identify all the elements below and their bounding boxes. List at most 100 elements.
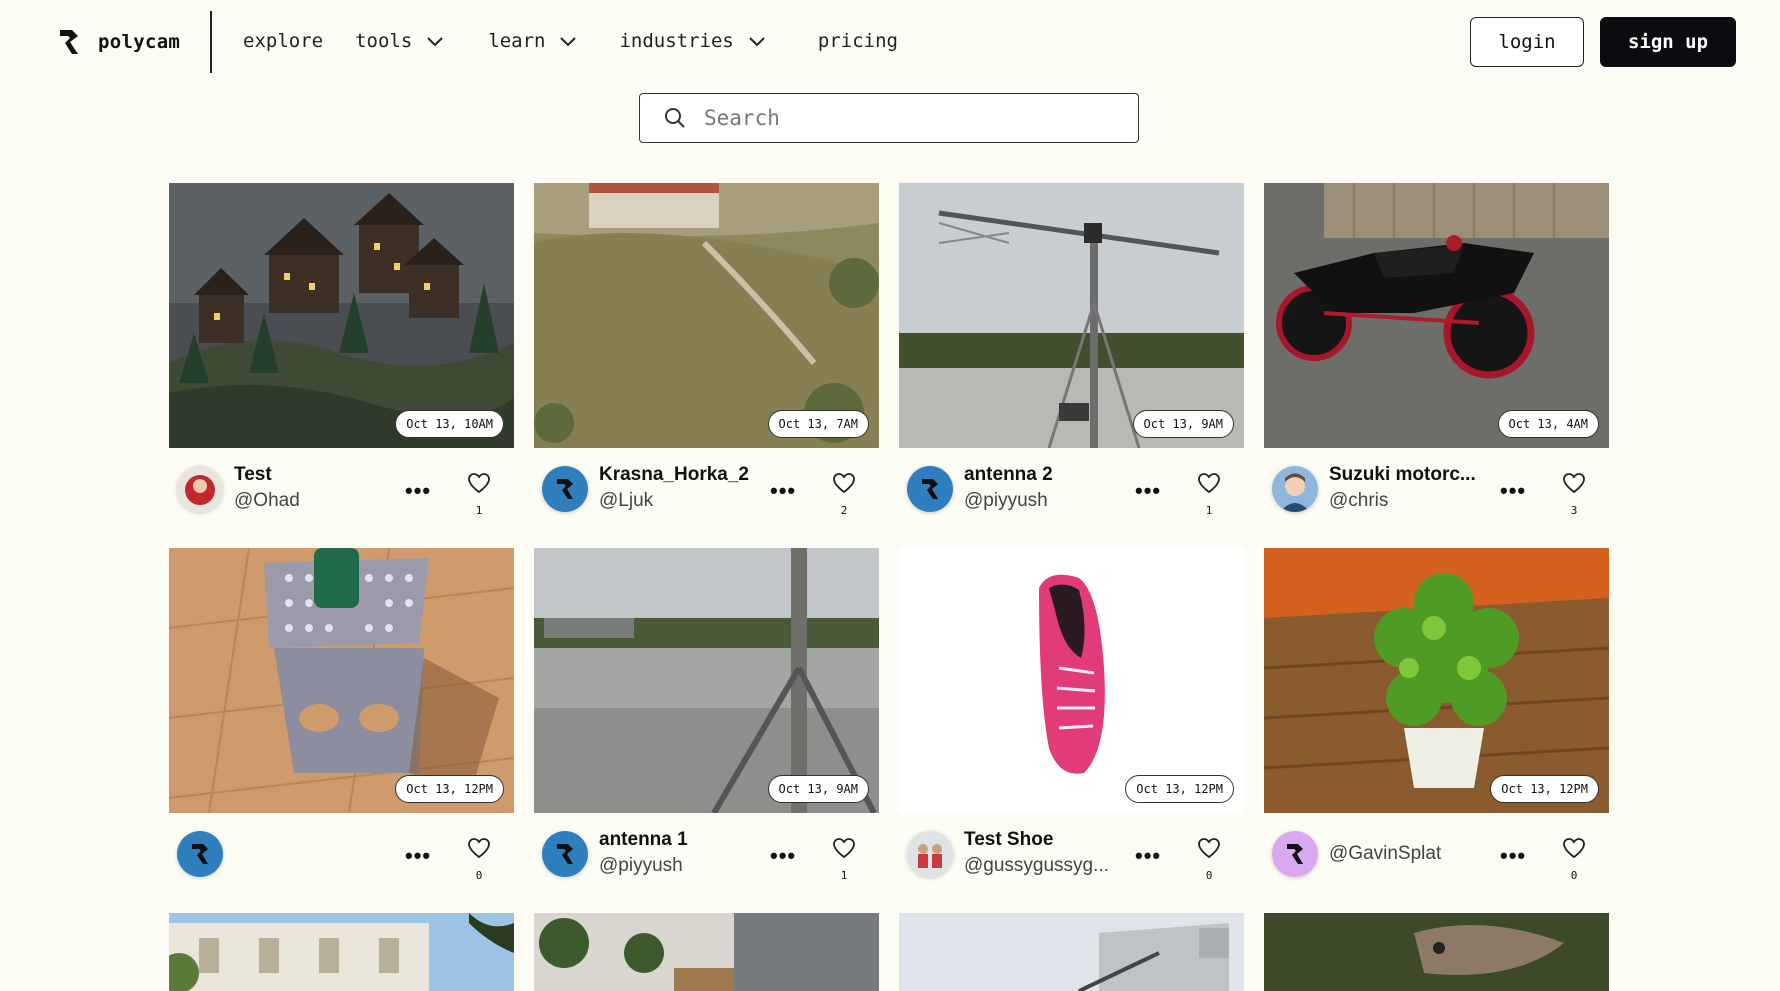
capture-title[interactable]: Suzuki motorc... <box>1329 464 1476 486</box>
capture-meta: antenna 1 @piyyush ••• 1 <box>534 813 879 903</box>
capture-author[interactable]: @piyyush <box>599 855 683 877</box>
more-options-icon[interactable]: ••• <box>405 843 431 869</box>
capture-card: Oct 13, 4AM Suzuki motorc... @chris ••• … <box>1264 183 1609 538</box>
nav-pricing-label: pricing <box>817 30 898 52</box>
capture-thumbnail[interactable]: Oct 13, 9AM <box>899 183 1244 448</box>
heart-icon[interactable] <box>1197 837 1221 859</box>
capture-date-badge: Oct 13, 10AM <box>395 410 504 438</box>
capture-card <box>534 913 879 991</box>
main-nav: explore tools learn industries pricing <box>243 30 898 52</box>
search-icon <box>665 108 685 128</box>
more-options-icon[interactable]: ••• <box>1500 843 1526 869</box>
like-count: 0 <box>1570 869 1578 882</box>
capture-author[interactable]: @Ohad <box>234 490 300 512</box>
capture-meta: ••• 0 <box>169 813 514 903</box>
thumbnail-building-image <box>169 913 514 991</box>
thumbnail-village-image <box>169 183 514 448</box>
like-count: 0 <box>475 869 483 882</box>
avatar[interactable] <box>542 831 588 877</box>
capture-thumbnail[interactable]: Oct 13, 12PM <box>1264 548 1609 813</box>
capture-thumbnail[interactable] <box>1264 913 1609 991</box>
capture-author[interactable]: @chris <box>1329 490 1388 512</box>
avatar[interactable] <box>542 466 588 512</box>
capture-date-badge: Oct 13, 12PM <box>395 775 504 803</box>
more-options-icon[interactable]: ••• <box>1500 478 1526 504</box>
chevron-down-icon <box>427 37 443 47</box>
thumbnail-plant-image <box>1264 548 1609 813</box>
capture-thumbnail[interactable] <box>899 913 1244 991</box>
capture-title[interactable]: Test Shoe <box>964 829 1053 851</box>
capture-date-badge: Oct 13, 12PM <box>1490 775 1599 803</box>
capture-thumbnail[interactable] <box>534 913 879 991</box>
like-count: 1 <box>475 504 483 517</box>
thumbnail-rooftop-unit-image <box>899 913 1244 991</box>
capture-title[interactable]: antenna 2 <box>964 464 1053 486</box>
heart-icon[interactable] <box>1562 472 1586 494</box>
avatar[interactable] <box>177 466 223 512</box>
capture-thumbnail[interactable]: Oct 13, 12PM <box>899 548 1244 813</box>
avatar[interactable] <box>177 831 223 877</box>
more-options-icon[interactable]: ••• <box>770 478 796 504</box>
capture-card <box>169 913 514 991</box>
like-count: 2 <box>840 504 848 517</box>
heart-icon[interactable] <box>832 837 856 859</box>
nav-learn[interactable]: learn <box>488 30 577 52</box>
capture-thumbnail[interactable]: Oct 13, 12PM <box>169 548 514 813</box>
polycam-avatar-icon <box>1272 831 1318 877</box>
avatar[interactable] <box>1272 831 1318 877</box>
capture-title[interactable]: Test <box>234 464 272 486</box>
brand[interactable]: polycam <box>56 26 180 58</box>
polycam-logo-icon <box>60 30 78 54</box>
polycam-avatar-icon <box>542 466 588 512</box>
heart-icon[interactable] <box>1197 472 1221 494</box>
nav-industries[interactable]: industries <box>619 30 765 52</box>
search-input[interactable] <box>704 106 1104 130</box>
heart-icon[interactable] <box>467 837 491 859</box>
capture-author[interactable]: @piyyush <box>964 490 1048 512</box>
heart-icon[interactable] <box>832 472 856 494</box>
heart-icon[interactable] <box>467 472 491 494</box>
avatar[interactable] <box>907 831 953 877</box>
capture-title[interactable]: antenna 1 <box>599 829 688 851</box>
capture-author[interactable]: @GavinSplat <box>1329 843 1441 865</box>
nav-tools[interactable]: tools <box>355 30 444 52</box>
capture-thumbnail[interactable]: Oct 13, 4AM <box>1264 183 1609 448</box>
capture-card: Oct 13, 7AM Krasna_Horka_2 @Ljuk ••• 2 <box>534 183 879 538</box>
thumbnail-antenna-image <box>899 183 1244 448</box>
capture-author[interactable]: @gussygussyg... <box>964 855 1109 877</box>
thumbnail-fish-image <box>1264 913 1609 991</box>
chevron-down-icon <box>560 37 577 47</box>
capture-thumbnail[interactable] <box>169 913 514 991</box>
nav-pricing[interactable]: pricing <box>818 30 898 52</box>
more-options-icon[interactable]: ••• <box>770 843 796 869</box>
capture-thumbnail[interactable]: Oct 13, 9AM <box>534 548 879 813</box>
polycam-avatar-icon <box>177 831 223 877</box>
heart-icon[interactable] <box>1562 837 1586 859</box>
capture-title[interactable]: Krasna_Horka_2 <box>599 464 749 486</box>
capture-meta: Test @Ohad ••• 1 <box>169 448 514 538</box>
nav-explore[interactable]: explore <box>243 30 323 52</box>
avatar[interactable] <box>907 466 953 512</box>
nav-explore-label: explore <box>243 30 324 52</box>
thumbnail-shoe-image <box>899 548 1244 813</box>
capture-card: Oct 13, 12PM ••• 0 <box>169 548 514 903</box>
like-count: 1 <box>840 869 848 882</box>
chevron-down-icon <box>749 37 765 47</box>
thumbnail-motorcycle-image <box>1264 183 1609 448</box>
more-options-icon[interactable]: ••• <box>1135 478 1161 504</box>
login-button[interactable]: login <box>1470 17 1584 67</box>
avatar[interactable] <box>1272 466 1318 512</box>
capture-date-badge: Oct 13, 4AM <box>1497 410 1599 438</box>
capture-meta: Test Shoe @gussygussyg... ••• 0 <box>899 813 1244 903</box>
capture-card: Oct 13, 10AM Test @Ohad ••• 1 <box>169 183 514 538</box>
nav-tools-label: tools <box>355 30 413 52</box>
sign-up-button[interactable]: sign up <box>1600 17 1736 67</box>
more-options-icon[interactable]: ••• <box>405 478 431 504</box>
more-options-icon[interactable]: ••• <box>1135 843 1161 869</box>
capture-date-badge: Oct 13, 12PM <box>1125 775 1234 803</box>
capture-card: Oct 13, 12PM @GavinSplat ••• 0 <box>1264 548 1609 903</box>
capture-thumbnail[interactable]: Oct 13, 10AM <box>169 183 514 448</box>
capture-author[interactable]: @Ljuk <box>599 490 653 512</box>
capture-thumbnail[interactable]: Oct 13, 7AM <box>534 183 879 448</box>
brand-name: polycam <box>98 31 181 53</box>
